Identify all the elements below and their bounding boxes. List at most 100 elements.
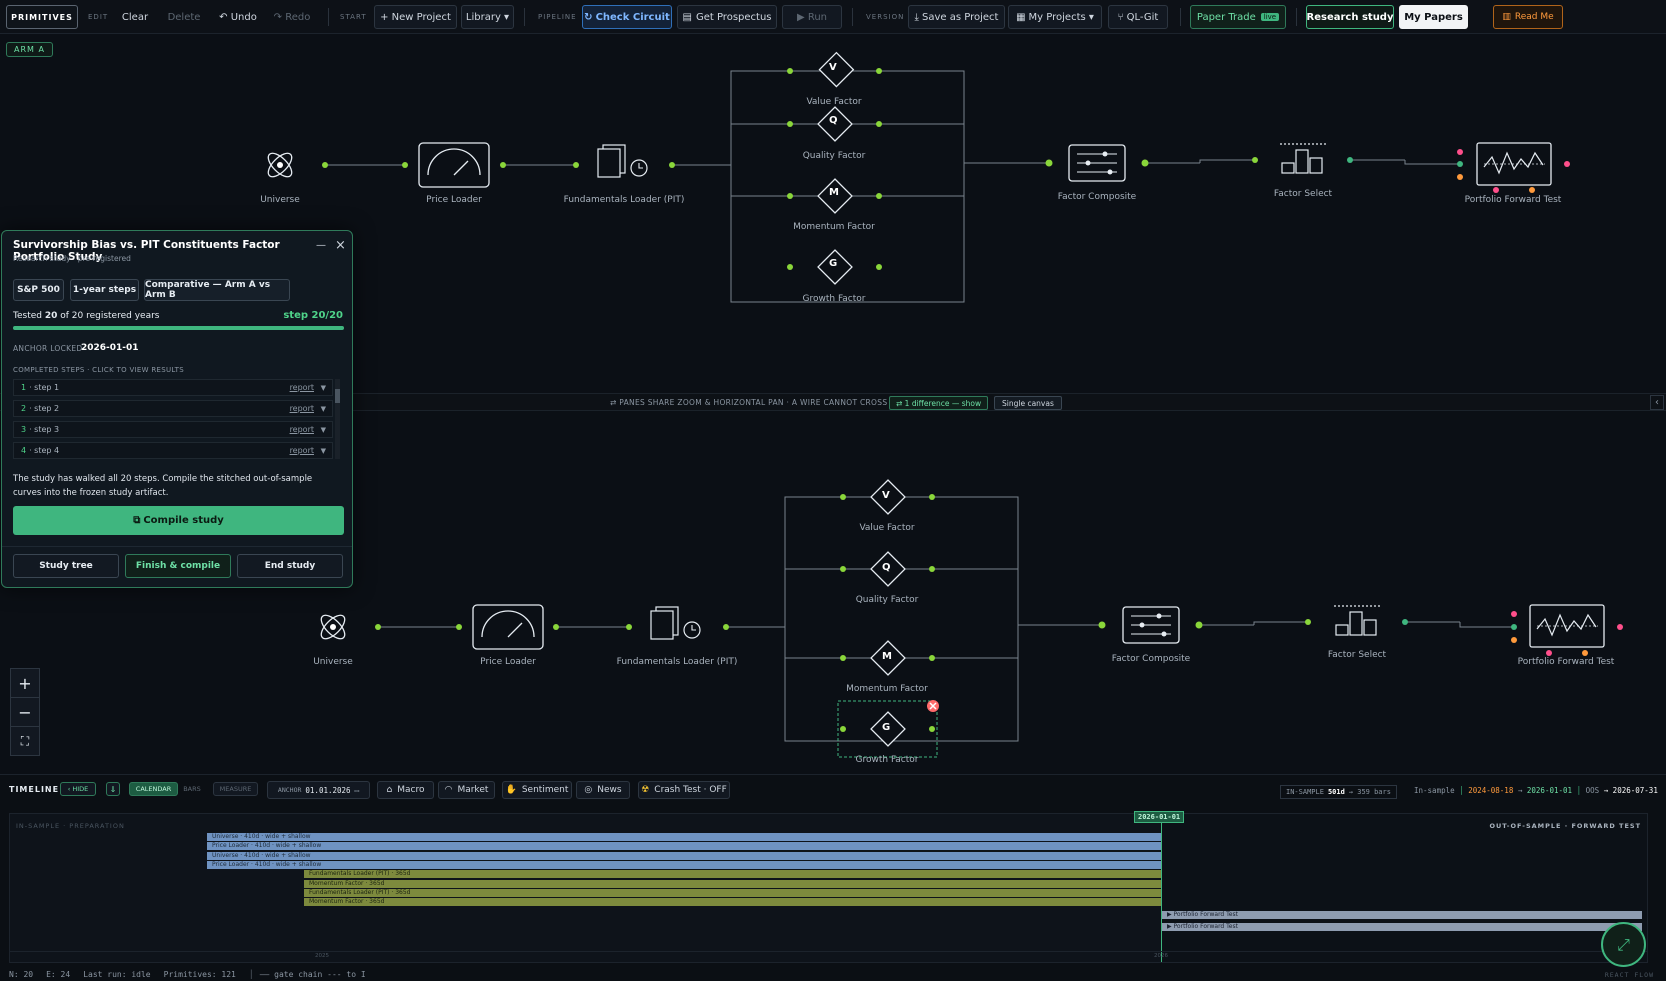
momentum-factor-label: Momentum Factor bbox=[793, 222, 875, 232]
universe-label-b: Universe bbox=[313, 657, 353, 667]
fundamentals-loader-node-b[interactable] bbox=[650, 606, 701, 640]
compile-study-label: Compile study bbox=[143, 515, 224, 526]
primitives-count: Primitives: 121 bbox=[163, 970, 236, 979]
my-papers-button[interactable]: My Papers bbox=[1399, 5, 1468, 29]
factor-select-node-b[interactable] bbox=[1334, 605, 1380, 636]
macro-label: Macro bbox=[397, 785, 425, 795]
timeline-bar[interactable]: Fundamentals Loader (PIT) · 365d bbox=[304, 888, 1161, 897]
new-project-button[interactable]: + New Project bbox=[374, 5, 457, 29]
report-link[interactable]: report bbox=[290, 404, 314, 413]
timeline-bar[interactable]: Fundamentals Loader (PIT) · 365d bbox=[304, 870, 1161, 879]
read-me-button[interactable]: ▥ Read Me bbox=[1493, 5, 1563, 29]
timeline-bar[interactable]: Universe · 410d · wide + shallow bbox=[207, 833, 1161, 841]
chevron-down-icon[interactable]: ▼ bbox=[321, 447, 326, 455]
primitives-button[interactable]: PRIMITIVES bbox=[6, 5, 78, 29]
finish-compile-button[interactable]: Finish & compile bbox=[125, 554, 231, 578]
chevron-down-icon[interactable]: ▼ bbox=[321, 384, 326, 392]
timeline-bar[interactable]: Momentum Factor · 365d bbox=[304, 898, 1161, 907]
minimize-button[interactable]: — bbox=[316, 240, 326, 251]
report-link[interactable]: report bbox=[290, 425, 314, 434]
step-row[interactable]: 1 · step 1 report ▼ bbox=[13, 379, 333, 396]
price-loader-node[interactable] bbox=[418, 142, 490, 188]
ql-git-button[interactable]: ⑂ QL-Git bbox=[1108, 5, 1168, 29]
calendar-mode-button[interactable]: CALENDAR bbox=[129, 782, 178, 796]
timeline-bar[interactable]: Price Loader · 410d · wide + shallow bbox=[207, 860, 1161, 869]
chevron-down-icon[interactable]: ▼ bbox=[321, 405, 326, 413]
timeline-bar[interactable]: Universe · 410d · wide + shallow bbox=[207, 851, 1161, 860]
save-as-project-label: Save as Project bbox=[921, 11, 999, 23]
close-button[interactable]: × bbox=[335, 238, 346, 253]
clear-button[interactable]: Clear bbox=[118, 5, 152, 29]
single-canvas-button[interactable]: Single canvas bbox=[994, 396, 1062, 410]
connection-ports-b[interactable] bbox=[375, 494, 1623, 732]
step-number: 2 bbox=[21, 404, 27, 413]
end-study-button[interactable]: End study bbox=[237, 554, 343, 578]
anchor-flag[interactable]: 2026-01-01 bbox=[1134, 811, 1185, 823]
zoom-out-button[interactable]: − bbox=[10, 697, 40, 727]
crash-test-label: Crash Test · OFF bbox=[654, 785, 727, 795]
compile-study-button[interactable]: ⧉ Compile study bbox=[13, 506, 344, 535]
anchor-date-input[interactable]: ANCHOR 01.01.2026 ▭ bbox=[267, 781, 370, 799]
fundamentals-loader-node[interactable] bbox=[597, 144, 648, 178]
undo-button[interactable]: ↶ Undo bbox=[218, 5, 258, 29]
portfolio-forward-test-node[interactable] bbox=[1476, 142, 1552, 186]
hide-timeline-button[interactable]: ‹ HIDE bbox=[60, 782, 96, 796]
step-number: 3 bbox=[21, 425, 27, 434]
delete-button[interactable]: Delete bbox=[166, 5, 202, 29]
factor-select-node[interactable] bbox=[1280, 143, 1326, 174]
timeline-bar[interactable]: Price Loader · 410d · wide + shallow bbox=[207, 842, 1161, 851]
step-row[interactable]: 4 · step 4 report ▼ bbox=[13, 442, 333, 459]
news-button[interactable]: ◎ News bbox=[576, 781, 630, 799]
download-icon: ⤓ bbox=[914, 11, 919, 23]
report-link[interactable]: report bbox=[290, 446, 314, 455]
show-difference-button[interactable]: ⇄ 1 difference — show bbox=[889, 396, 989, 410]
start-section-label: START bbox=[340, 13, 367, 21]
macro-button[interactable]: ⌂ Macro bbox=[377, 781, 434, 799]
market-button[interactable]: ◠ Market bbox=[438, 781, 495, 799]
remove-node-icon[interactable] bbox=[927, 700, 939, 712]
paper-trade-button[interactable]: Paper Trade live bbox=[1190, 5, 1286, 29]
timeline-track[interactable]: IN-SAMPLE · PREPARATION OUT-OF-SAMPLE · … bbox=[9, 811, 1648, 963]
connection-ports[interactable] bbox=[322, 68, 1570, 270]
fit-view-button[interactable]: ⛶ bbox=[10, 726, 40, 756]
forward-test-bar[interactable]: ▶ Portfolio Forward Test bbox=[1162, 923, 1642, 931]
study-tree-button[interactable]: Study tree bbox=[13, 554, 119, 578]
universe-node[interactable] bbox=[264, 149, 295, 180]
chevron-down-icon[interactable]: ▼ bbox=[321, 426, 326, 434]
zoom-in-button[interactable]: + bbox=[10, 668, 40, 698]
book-icon: ▥ bbox=[1502, 12, 1511, 22]
step-row[interactable]: 3 · step 3 report ▼ bbox=[13, 421, 333, 438]
refresh-icon: ↻ bbox=[584, 11, 593, 23]
toolbar-divider bbox=[1296, 8, 1297, 26]
universe-node-b[interactable] bbox=[317, 611, 348, 642]
pin-button[interactable]: ⇓ bbox=[106, 782, 120, 796]
in-sample-section-label: IN-SAMPLE · PREPARATION bbox=[16, 822, 125, 830]
research-study-button[interactable]: Research study bbox=[1306, 5, 1394, 29]
get-prospectus-button[interactable]: ▤ Get Prospectus bbox=[677, 5, 777, 29]
timeline-bar[interactable]: Momentum Factor · 365d bbox=[304, 879, 1161, 888]
bars-mode-button[interactable]: BARS bbox=[178, 782, 206, 796]
forward-test-bar[interactable]: ▶ Portfolio Forward Test bbox=[1162, 911, 1642, 919]
save-as-project-button[interactable]: ⤓ Save as Project bbox=[908, 5, 1005, 29]
library-dropdown[interactable]: Library ▾ bbox=[461, 5, 514, 29]
collapse-panel-button[interactable]: ‹ bbox=[1650, 395, 1664, 410]
redo-button[interactable]: ↷ Redo bbox=[272, 5, 312, 29]
sentiment-button[interactable]: ✋ Sentiment bbox=[502, 781, 572, 799]
my-projects-dropdown[interactable]: ▦ My Projects ▾ bbox=[1008, 5, 1102, 29]
run-button[interactable]: ▶ Run bbox=[782, 5, 842, 29]
factor-composite-node-b[interactable] bbox=[1122, 606, 1180, 644]
factor-composite-node[interactable] bbox=[1068, 144, 1126, 182]
steps-scrollbar[interactable] bbox=[335, 379, 340, 459]
growth-factor-letter: G bbox=[829, 258, 838, 269]
report-link[interactable]: report bbox=[290, 383, 314, 392]
scrollbar-thumb[interactable] bbox=[335, 389, 340, 403]
measure-button[interactable]: MEASURE bbox=[213, 782, 258, 796]
momentum-factor-letter-b: M bbox=[882, 651, 892, 662]
crash-test-toggle[interactable]: ☢ Crash Test · OFF bbox=[638, 781, 730, 799]
portfolio-forward-test-node-b[interactable] bbox=[1529, 604, 1605, 648]
step-row[interactable]: 2 · step 2 report ▼ bbox=[13, 400, 333, 417]
check-circuit-button[interactable]: ↻ Check Circuit bbox=[582, 5, 672, 29]
price-loader-node-b[interactable] bbox=[472, 604, 544, 650]
in-sample-days: 501d bbox=[1327, 788, 1345, 796]
expand-icon[interactable]: ⤢ bbox=[1601, 922, 1646, 967]
